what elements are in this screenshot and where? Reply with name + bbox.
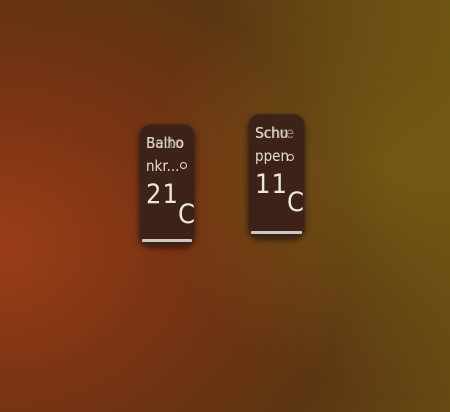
widget-title-overlap: Schre [256,124,295,142]
degree-icon [180,162,187,169]
widget-temperature-unit: C [178,199,195,230]
weather-widget-1[interactable]: Balho Setto nkr... 21 C [139,124,195,246]
weather-widget-2[interactable]: Schu Schre ppen 11 C [248,114,305,238]
widget-title: Schu Schre [255,123,301,143]
widget-location: ppen [255,147,289,165]
wallpaper [0,0,450,412]
degree-icon [287,154,294,161]
widget-temperature: 11 [255,169,288,200]
widget-title-overlap: Setto [147,134,183,152]
widget-location: nkr... [146,157,180,175]
widget-temperature-unit: C [287,187,304,218]
widget-bottom-bar [142,239,192,242]
widget-title: Balho Setto [146,133,192,153]
widget-temperature: 21 [146,179,179,210]
widget-bottom-bar [251,231,302,234]
